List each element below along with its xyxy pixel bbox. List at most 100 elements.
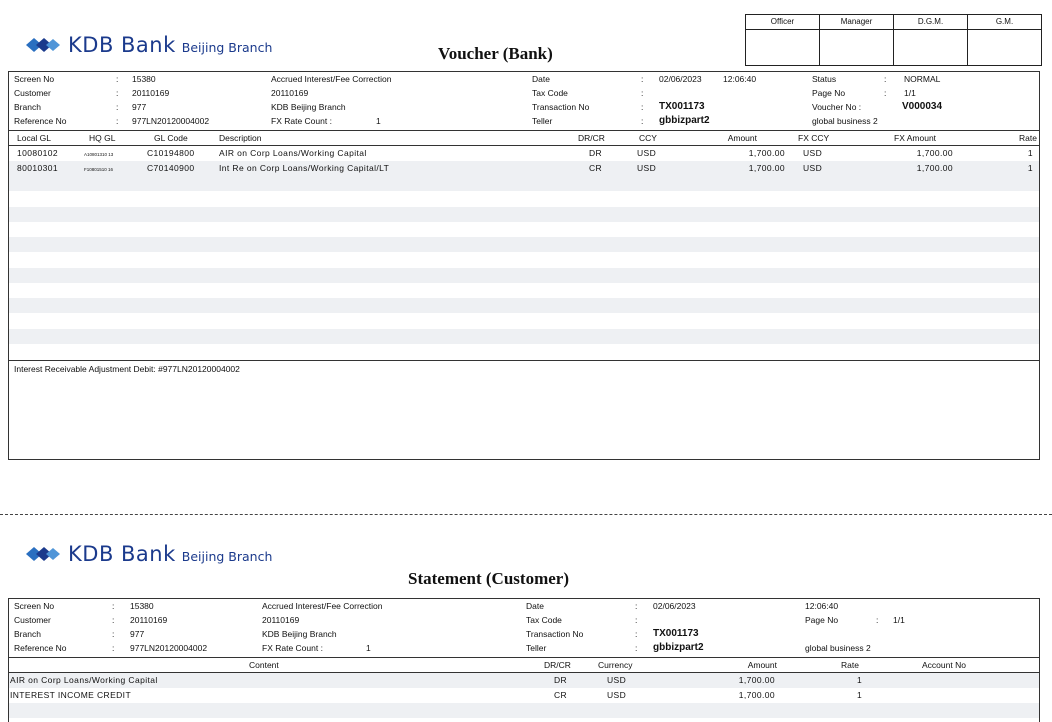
customer-value: 20110169 <box>132 88 170 98</box>
col-drcr: DR/CR <box>578 133 605 143</box>
business-value: global business 2 <box>812 116 878 126</box>
transaction-no-label: Transaction No <box>526 629 584 639</box>
teller-label: Teller <box>532 116 553 126</box>
col-local-gl: Local GL <box>17 133 52 143</box>
tax-code-label: Tax Code <box>532 88 568 98</box>
kdb-diamond-logo-icon <box>26 38 60 52</box>
kdb-logo: KDB Bank Beijing Branch <box>22 33 272 57</box>
statement-header-row-4: Reference No : 977LN20120004002 FX Rate … <box>14 642 871 653</box>
tax-code-label: Tax Code <box>526 615 562 625</box>
voucher-header-row-4: Reference No : 977LN20120004002 FX Rate … <box>14 115 878 126</box>
voucher-no-value: V000034 <box>902 101 943 112</box>
row-fx-ccy: USD <box>803 148 823 158</box>
date-value: 02/06/2023 <box>659 74 702 84</box>
branch-name: KDB Beijing Branch <box>262 629 337 639</box>
col-currency: Currency <box>598 660 633 670</box>
screen-no-value: 15380 <box>130 601 154 611</box>
branch-value: 977 <box>132 102 147 112</box>
teller-label: Teller <box>526 643 547 653</box>
statement-header-row-2: Customer : 20110169 20110169 Tax Code : … <box>14 615 905 625</box>
screen-no-label: Screen No <box>14 74 55 84</box>
row-ccy: USD <box>637 163 657 173</box>
statement-header-row-1: Screen No : 15380 Accrued Interest/Fee C… <box>14 601 839 611</box>
fx-rate-count-label: FX Rate Count : <box>271 116 332 126</box>
branch-label: Branch <box>14 629 41 639</box>
table-row: 10080102 A10801310 13 C10194800 AIR on C… <box>9 146 1039 161</box>
row-hq-gl: A10801310 13 <box>84 152 114 157</box>
approval-manager-signature <box>819 29 894 66</box>
approval-box: Officer Manager D.G.M. G.M. <box>745 14 1042 66</box>
voucher-title: Voucher (Bank) <box>438 44 553 63</box>
row-drcr: DR <box>589 148 603 158</box>
row-gl-code: C70140900 <box>147 163 195 173</box>
business-value: global business 2 <box>805 643 871 653</box>
col-description: Description <box>219 133 262 143</box>
row-amount: 1,700.00 <box>748 163 785 173</box>
table-row: 80010301 F10801510 16 C70140900 Int Re o… <box>9 161 1039 176</box>
fx-rate-count-value: 1 <box>366 643 371 653</box>
status-value: NORMAL <box>904 74 941 84</box>
statement-box: Screen No : 15380 Accrued Interest/Fee C… <box>8 598 1040 722</box>
col-ccy: CCY <box>639 133 657 143</box>
kdb-diamond-logo-icon <box>26 547 60 561</box>
col-amount: Amount <box>727 133 757 143</box>
screen-name: Accrued Interest/Fee Correction <box>262 601 383 611</box>
row-amount: 1,700.00 <box>738 690 775 700</box>
row-fx-amount: 1,700.00 <box>916 163 953 173</box>
approval-gm-signature <box>967 29 1042 66</box>
row-content: AIR on Corp Loans/Working Capital <box>10 675 158 685</box>
row-rate: 1 <box>1027 163 1033 173</box>
row-local-gl: 10080102 <box>17 148 59 158</box>
teller-value: gbbizpart2 <box>659 115 710 126</box>
row-rate: 1 <box>1027 148 1033 158</box>
time-value: 12:06:40 <box>805 601 839 611</box>
row-fx-amount: 1,700.00 <box>916 148 953 158</box>
customer-name: 20110169 <box>262 615 300 625</box>
transaction-no-label: Transaction No <box>532 102 590 112</box>
table-row: AIR on Corp Loans/Working Capital DR USD… <box>9 673 1039 688</box>
col-gl-code: GL Code <box>154 133 188 143</box>
col-rate: Rate <box>1019 133 1037 143</box>
transaction-no-value: TX001173 <box>653 628 699 639</box>
approval-dgm-signature <box>893 29 968 66</box>
col-account-no: Account No <box>922 660 966 670</box>
col-hq-gl: HQ GL <box>89 133 116 143</box>
row-content: INTEREST INCOME CREDIT <box>10 690 132 700</box>
customer-name: 20110169 <box>271 88 309 98</box>
row-rate: 1 <box>857 675 863 685</box>
page-no-value: 1/1 <box>893 615 905 625</box>
voucher-no-label: Voucher No : <box>812 102 862 112</box>
customer-label: Customer <box>14 615 51 625</box>
row-gl-code: C10194800 <box>147 148 195 158</box>
row-description: AIR on Corp Loans/Working Capital <box>219 148 367 158</box>
row-amount: 1,700.00 <box>748 148 785 158</box>
bank-name: KDB Bank <box>68 542 176 566</box>
kdb-logo-statement: KDB Bank Beijing Branch <box>22 542 272 566</box>
row-hq-gl: F10801510 16 <box>84 167 114 172</box>
approval-gm-label: G.M. <box>967 14 1042 30</box>
statement-header-row-3: Branch : 977 KDB Beijing Branch Transact… <box>14 628 699 639</box>
status-label: Status <box>812 74 837 84</box>
reference-no-value: 977LN20120004002 <box>132 116 210 126</box>
branch-name: KDB Beijing Branch <box>271 102 346 112</box>
statement-column-headers: Content DR/CR Currency Amount Rate Accou… <box>9 658 1039 672</box>
row-currency: USD <box>607 675 627 685</box>
statement-title: Statement (Customer) <box>408 569 569 588</box>
date-label: Date <box>526 601 544 611</box>
voucher-header-row-3: Branch : 977 KDB Beijing Branch Transact… <box>14 101 943 112</box>
reference-no-label: Reference No <box>14 116 67 126</box>
screen-name: Accrued Interest/Fee Correction <box>271 74 392 84</box>
voucher-box: Screen No : 15380 Accrued Interest/Fee C… <box>8 71 1040 460</box>
branch-value: 977 <box>130 629 145 639</box>
approval-officer-signature <box>745 29 820 66</box>
voucher-header-row-1: Screen No : 15380 Accrued Interest/Fee C… <box>14 74 941 84</box>
approval-dgm-label: D.G.M. <box>893 14 968 30</box>
page-no-label: Page No <box>805 615 839 625</box>
col-fx-amount: FX Amount <box>894 133 937 143</box>
reference-no-label: Reference No <box>14 643 67 653</box>
row-rate: 1 <box>857 690 863 700</box>
date-value: 02/06/2023 <box>653 601 696 611</box>
row-drcr: DR <box>554 675 568 685</box>
approval-manager-label: Manager <box>819 14 894 30</box>
screen-no-label: Screen No <box>14 601 55 611</box>
